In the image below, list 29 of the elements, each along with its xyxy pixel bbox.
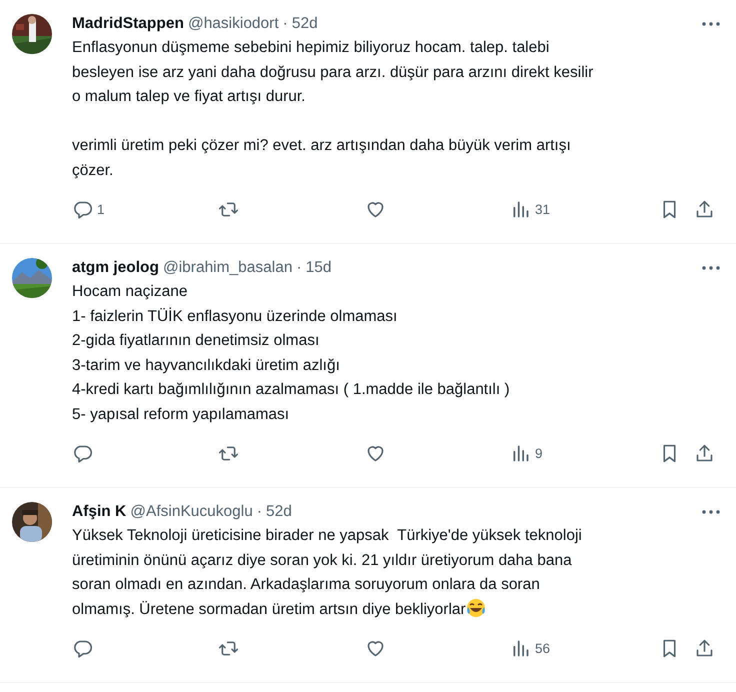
separator-dot: · <box>256 503 262 521</box>
reply-icon[interactable] <box>72 638 93 659</box>
heart-icon[interactable] <box>365 443 386 464</box>
view-count: 56 <box>535 641 550 656</box>
user-handle[interactable]: @AfsinKucukoglu <box>130 503 253 521</box>
tweet-text: Enflasyonun düşmeme sebebini hepimiz biliyoruz hocam. talep. talebi besleyen ise arz yani daha doğrusu para arzı. düşür para arzını direkt kesilir o malum talep ve fiyat artışı durur. verimli üretim peki çözer mi? evet. arz artışından daha büyük verim artışı çözer. <box>72 38 594 180</box>
separator-dot: · <box>282 15 288 33</box>
share-icon[interactable] <box>694 199 715 220</box>
user-name[interactable]: atgm jeolog <box>72 259 159 277</box>
user-name[interactable]: Afşin K <box>72 503 126 521</box>
view-count: 9 <box>535 446 543 461</box>
user-handle[interactable]: @ibrahim_basalan <box>162 259 292 277</box>
reply-count: 1 <box>97 202 105 217</box>
timestamp[interactable]: 52d <box>266 503 292 521</box>
timestamp[interactable]: 15d <box>306 259 332 277</box>
user-handle[interactable]: @hasikiodort <box>188 15 279 33</box>
tweet-text: Hocam naçizane 1- faizlerin TÜİK enflasyonu üzerinde olmaması 2-gida fiyatlarının denetimsiz olması 3-tarim ve hayvancılıkdaki üretim azlığı 4-kredi kartı bağımlılığının azalmaması ( 1.madde ile bağlantılı ) 5- yapısal reform yapılamaması <box>72 282 511 424</box>
separator-dot: · <box>296 259 302 277</box>
tweet-text: Yüksek Teknoloji üreticisine birader ne yapsak Türkiye'de yüksek teknoloji üretiminin önünü açarız diye soran yok ki. 21 yıldır üretiyorum daha bana soran olmadı en azından. Arkadaşlarıma soruyorum onlara da soran olmamış. Üretene sormadan üretim artsın diye bekliyorlar <box>72 526 583 620</box>
heart-icon[interactable] <box>365 638 386 659</box>
view-count: 31 <box>535 202 550 217</box>
reply-icon[interactable] <box>72 443 93 464</box>
share-icon[interactable] <box>694 443 715 464</box>
heart-icon[interactable] <box>365 199 386 220</box>
user-name[interactable]: MadridStappen <box>72 15 184 33</box>
share-icon[interactable] <box>694 638 715 659</box>
reply-icon[interactable] <box>72 199 93 220</box>
timestamp[interactable]: 52d <box>292 15 318 33</box>
laughing-emoji-icon <box>466 598 486 618</box>
